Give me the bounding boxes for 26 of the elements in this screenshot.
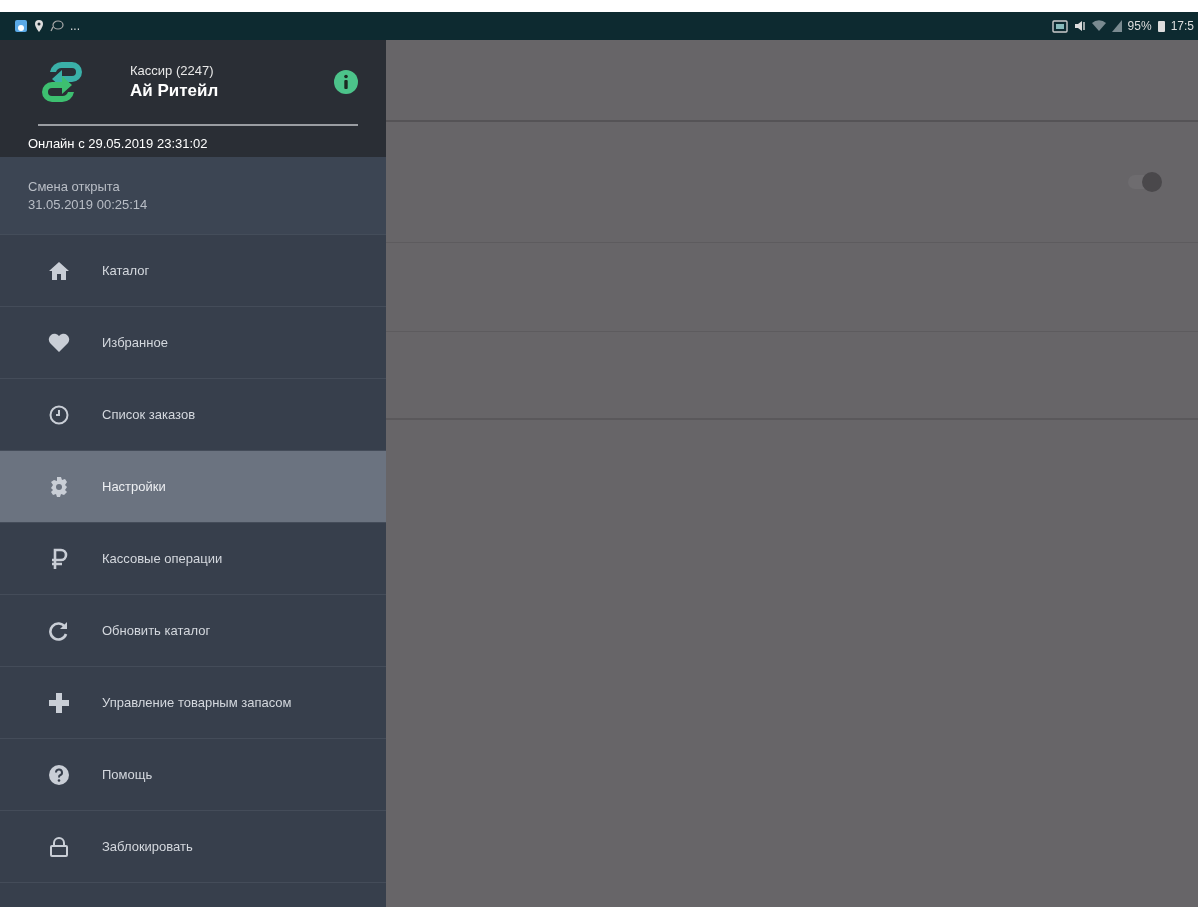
- chat-icon: [50, 20, 64, 32]
- shift-status: Смена открыта: [28, 177, 121, 196]
- signal-icon: [1111, 20, 1122, 32]
- wifi-icon: [1091, 20, 1106, 32]
- home-icon: [48, 260, 70, 281]
- settings-icon: [48, 476, 70, 497]
- plus-icon: [48, 692, 70, 713]
- info-icon[interactable]: [334, 70, 358, 94]
- online-since: Онлайн с 29.05.2019 23:31:02: [28, 136, 208, 151]
- battery-percent: 95%: [1127, 19, 1152, 33]
- menu-item[interactable]: Настройки: [0, 451, 386, 523]
- overflow-indicator: ...: [70, 19, 80, 33]
- user-role: Кассир (2247): [130, 63, 215, 78]
- shift-time: 31.05.2019 00:25:14: [28, 195, 149, 214]
- battery-icon: [1157, 20, 1165, 32]
- refresh-icon: [48, 620, 70, 641]
- clock-time: 17:5: [1170, 19, 1194, 33]
- mute-icon: [1073, 20, 1086, 32]
- store-name: Ай Ритейл: [130, 81, 220, 101]
- pin-icon: [34, 19, 44, 33]
- help-icon: [48, 764, 70, 785]
- lock-icon: [48, 836, 70, 857]
- heart-icon: [48, 332, 70, 353]
- clock-icon: [48, 404, 70, 425]
- app-icon: [14, 19, 28, 33]
- cast-icon: [1051, 19, 1068, 33]
